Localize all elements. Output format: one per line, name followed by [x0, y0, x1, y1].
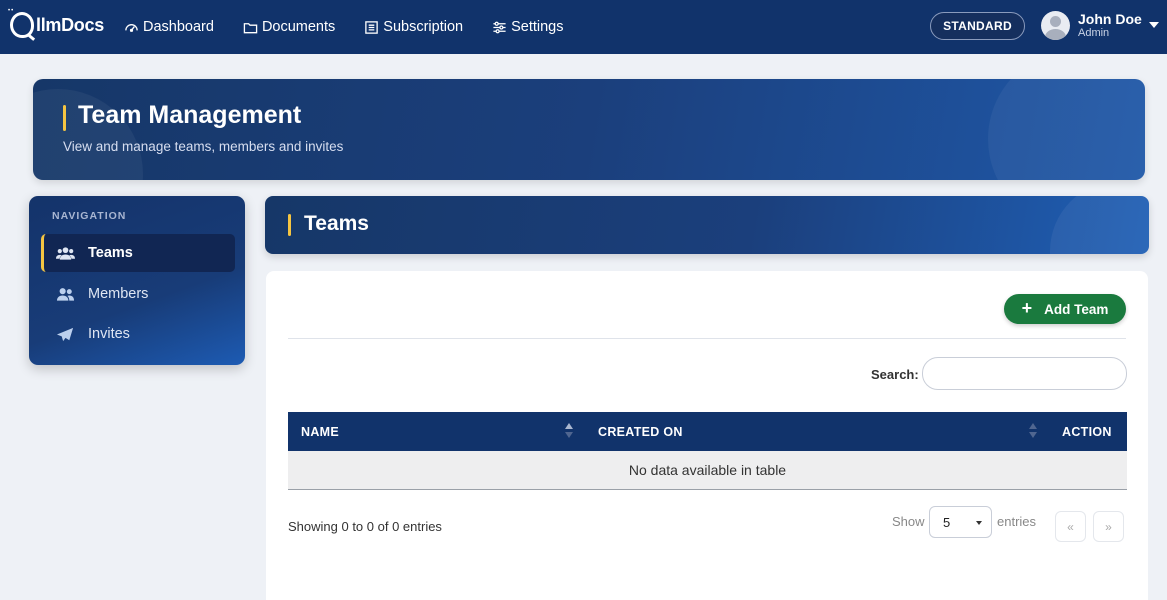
teams-card: + Add Team Search: NAME CREATED ON ACTIO… [266, 271, 1148, 600]
top-navbar: •• llmDocs Dashboard Documents Subscript… [0, 0, 1167, 54]
nav-subscription-label: Subscription [383, 19, 464, 35]
list-icon [365, 20, 379, 34]
page-header-banner: Team Management View and manage teams, m… [33, 79, 1145, 180]
accent-bar [288, 214, 291, 236]
user-role: Admin [1078, 27, 1110, 39]
table-empty-row: No data available in table [288, 451, 1127, 490]
logo-dots-icon: •• [8, 8, 15, 14]
column-header-action: ACTION [1062, 425, 1112, 439]
sidebar-item-label: Members [88, 286, 149, 302]
sidebar-nav: NAVIGATION Teams Members Invites [29, 196, 245, 365]
page-subtitle: View and manage teams, members and invit… [63, 139, 344, 154]
next-page-button[interactable]: » [1093, 511, 1124, 542]
nav-subscription[interactable]: Subscription [364, 19, 463, 35]
section-header: Teams [265, 196, 1149, 254]
user-menu[interactable]: John Doe Admin [1041, 11, 1159, 40]
sidebar-item-members[interactable]: Members [41, 275, 235, 313]
show-label: Show [892, 514, 925, 529]
nav-dashboard[interactable]: Dashboard [124, 19, 214, 35]
plus-icon: + [1021, 297, 1033, 318]
app-logo[interactable]: •• llmDocs [8, 8, 104, 38]
nav-settings-label: Settings [511, 19, 564, 35]
folder-icon [243, 22, 258, 33]
user-group-icon [56, 287, 75, 301]
avatar [1041, 11, 1070, 40]
nav-documents[interactable]: Documents [243, 19, 335, 35]
empty-message: No data available in table [628, 462, 787, 478]
caret-down-icon [1148, 21, 1159, 28]
sliders-icon [493, 21, 506, 33]
logo-text: llmDocs [36, 14, 104, 35]
main-nav: Dashboard Documents Subscription Setting… [124, 0, 592, 54]
decorative-circle [988, 79, 1145, 180]
entries-label: entries [997, 514, 1037, 529]
page-size-value: 5 [943, 514, 951, 530]
previous-page-button[interactable]: « [1055, 511, 1086, 542]
user-name: John Doe [1078, 11, 1142, 27]
table-header: NAME CREATED ON ACTION [288, 412, 1127, 451]
user-info: John Doe Admin [1078, 11, 1142, 40]
divider [288, 338, 1126, 339]
page-size-select[interactable]: 5 [929, 506, 992, 538]
users-icon [56, 246, 75, 260]
column-header-name[interactable]: NAME [301, 425, 339, 439]
section-title: Teams [304, 212, 369, 235]
search-label: Search: [871, 367, 919, 382]
sort-icon[interactable] [1029, 423, 1037, 439]
sidebar-heading: NAVIGATION [52, 210, 127, 222]
logo-q-icon [10, 12, 34, 38]
accent-bar [63, 105, 66, 131]
nav-settings[interactable]: Settings [492, 19, 563, 35]
add-team-button[interactable]: + Add Team [1004, 294, 1126, 324]
column-header-created-on[interactable]: CREATED ON [598, 425, 683, 439]
nav-dashboard-label: Dashboard [143, 19, 214, 35]
table-info: Showing 0 to 0 of 0 entries [288, 519, 442, 534]
chevron-down-icon [976, 521, 982, 525]
plan-badge[interactable]: STANDARD [930, 12, 1025, 40]
gauge-icon [125, 23, 138, 32]
sidebar-item-teams[interactable]: Teams [41, 234, 235, 272]
sidebar-item-invites[interactable]: Invites [41, 315, 235, 353]
teams-table: NAME CREATED ON ACTION No data available… [288, 412, 1127, 490]
nav-documents-label: Documents [261, 19, 336, 35]
sidebar-item-label: Teams [88, 245, 133, 261]
paper-plane-icon [56, 327, 74, 341]
page-title: Team Management [78, 101, 302, 129]
search-input[interactable] [922, 357, 1127, 390]
decorative-circle [1050, 196, 1149, 254]
add-team-label: Add Team [1044, 301, 1109, 317]
sort-icon[interactable] [565, 423, 573, 439]
sidebar-item-label: Invites [88, 326, 130, 342]
